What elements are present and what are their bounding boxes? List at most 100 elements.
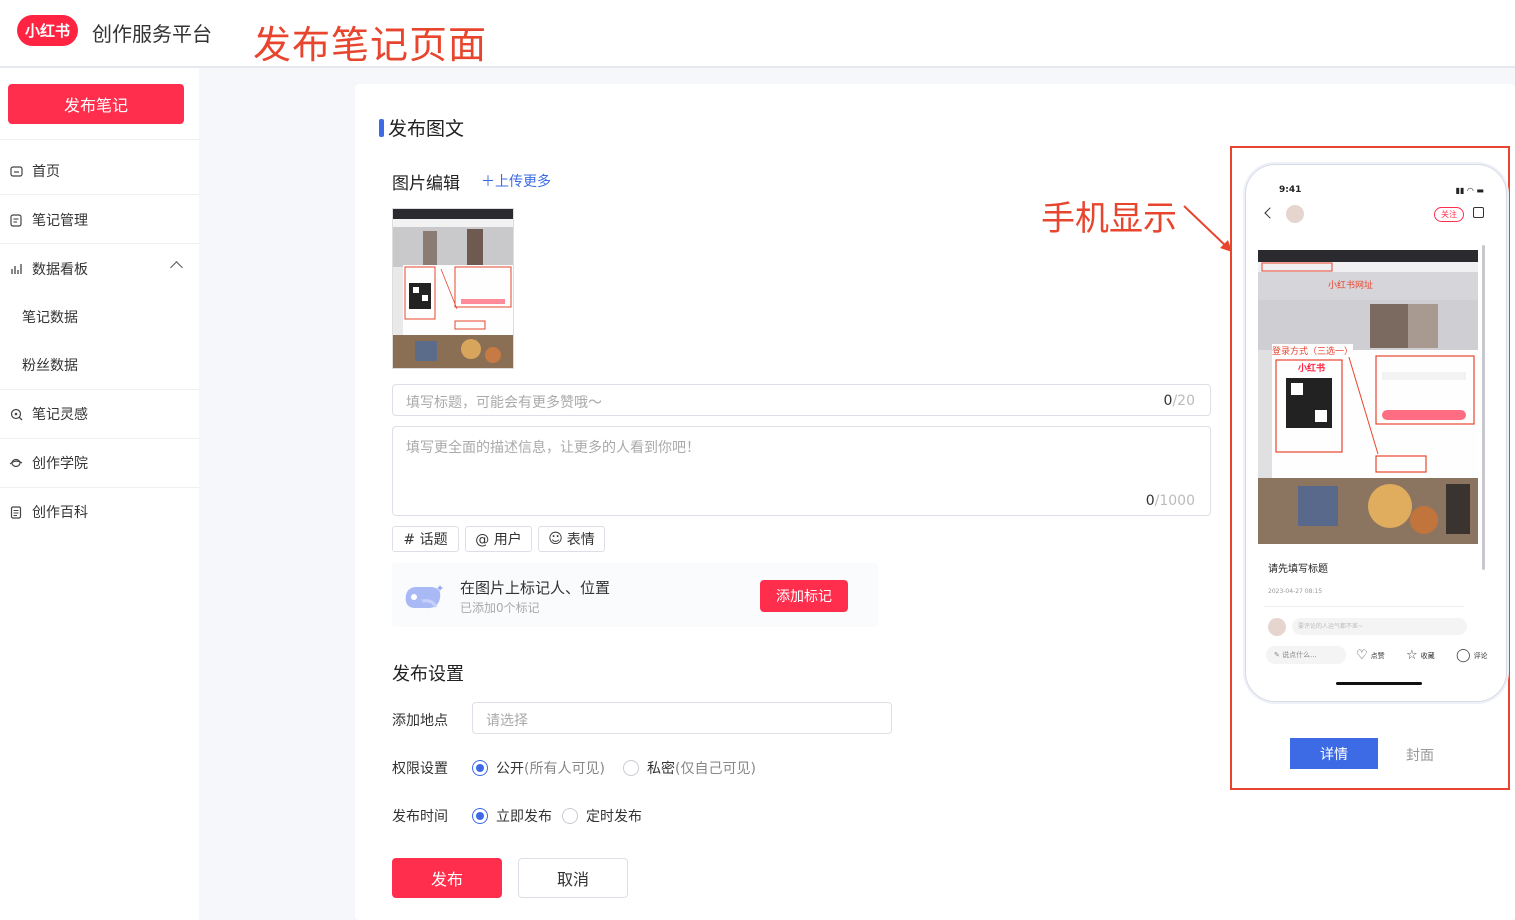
sidebar-item-fans-data[interactable]: 粉丝数据: [0, 341, 199, 389]
preview-annotation-login: 登录方式（三选一）: [1272, 344, 1354, 357]
topic-button[interactable]: # 话题: [392, 526, 459, 552]
sidebar-item-label: 笔记灵感: [32, 407, 88, 423]
sidebar-item-academy[interactable]: 创作学院: [0, 439, 199, 487]
preview-note-date: 2023-04-27 08:15: [1268, 588, 1323, 595]
publish-now-radio[interactable]: 立即发布: [472, 806, 552, 826]
chart-icon: [9, 262, 23, 276]
preview-say-something: ✎ 说点什么...: [1266, 646, 1346, 664]
preview-brand-text: 小红书: [1298, 364, 1326, 374]
xiaohongshu-logo[interactable]: 小红书: [17, 15, 78, 46]
preview-tab-cover[interactable]: 封面: [1406, 745, 1434, 765]
title-input-placeholder: 填写标题，可能会有更多赞哦～: [406, 395, 602, 411]
preview-comment-input: 要评论的人运气都不差~: [1292, 618, 1467, 635]
thumbnail-screenshot-graphic: [393, 209, 513, 368]
radio-unselected-icon: [562, 808, 578, 824]
radio-label: 私密: [647, 761, 675, 777]
mention-user-button[interactable]: @ 用户: [465, 526, 532, 552]
tag-cloud-icon: [405, 585, 443, 609]
preview-screenshot-graphic: [1258, 250, 1478, 544]
image-edit-label: 图片编辑: [392, 174, 460, 194]
permission-label: 权限设置: [392, 761, 448, 777]
radio-label: 公开: [496, 761, 524, 777]
sidebar-item-note-management[interactable]: 笔记管理: [0, 196, 199, 244]
heart-icon: ♡: [1356, 648, 1368, 663]
signal-battery-icon: ▮▮ ◠ ▬: [1455, 186, 1484, 195]
preview-note-title: 请先填写标题: [1268, 564, 1328, 575]
annotation-title: 发布笔记页面: [253, 23, 488, 67]
title-accent-bar: [379, 118, 384, 137]
sidebar-item-label: 创作学院: [32, 456, 88, 472]
phone-preview: 9:41 ▮▮ ◠ ▬ 关注 小红书网址 登录方式（三选一） 小红书 请先填写标…: [1245, 164, 1507, 702]
location-placeholder: 请选择: [486, 713, 528, 729]
radio-unselected-icon: [623, 760, 639, 776]
publish-button[interactable]: 发布: [392, 858, 502, 898]
academy-icon: [9, 456, 23, 470]
preview-divider: [1264, 606, 1464, 607]
smile-icon: ☺: [548, 531, 563, 547]
radio-selected-icon: [472, 808, 488, 824]
permission-private-radio[interactable]: 私密 (仅自己可见): [623, 758, 756, 778]
home-indicator: [1336, 682, 1422, 685]
add-mark-button[interactable]: 添加标记: [760, 580, 848, 612]
description-char-counter: 0/1000: [1145, 493, 1195, 509]
cancel-button[interactable]: 取消: [518, 858, 628, 898]
mark-panel-title: 在图片上标记人、位置: [460, 579, 611, 597]
annotation-arrow: [1183, 205, 1232, 252]
star-icon: ☆: [1406, 648, 1418, 663]
radio-selected-icon: [472, 760, 488, 776]
pencil-icon: ✎: [1274, 651, 1283, 659]
publish-note-button[interactable]: 发布笔记: [8, 84, 184, 124]
sidebar-item-label: 数据看板: [32, 262, 88, 278]
preview-comment: ◯ 评论: [1456, 648, 1488, 663]
sidebar-divider: [0, 139, 199, 140]
radio-label: 立即发布: [496, 809, 552, 825]
sidebar-item-wiki[interactable]: 创作百科: [0, 488, 199, 536]
description-textarea[interactable]: 填写更全面的描述信息，让更多的人看到你吧！ 0/1000: [392, 426, 1211, 516]
chevron-up-icon[interactable]: [170, 261, 183, 274]
emoji-button[interactable]: ☺ 表情: [538, 526, 605, 552]
back-arrow-icon: [1264, 207, 1276, 219]
sidebar-item-label: 创作百科: [32, 505, 88, 521]
section-title: 发布图文: [379, 114, 464, 141]
sidebar-item-label: 笔记数据: [22, 310, 78, 326]
sidebar-item-data-board[interactable]: 数据看板: [0, 245, 199, 293]
preview-scrollbar: [1482, 245, 1485, 570]
radio-label: 定时发布: [586, 809, 642, 825]
top-header: 小红书 创作服务平台 发布笔记页面: [0, 0, 1515, 67]
share-icon: [1473, 207, 1484, 218]
mark-panel-subtitle: 已添加0个标记: [460, 601, 540, 615]
wiki-icon: [9, 505, 23, 519]
author-avatar: [1286, 205, 1304, 223]
publish-time-label: 发布时间: [392, 809, 448, 825]
title-input[interactable]: 填写标题，可能会有更多赞哦～ 0/20: [392, 384, 1211, 416]
sidebar-item-label: 首页: [32, 164, 60, 180]
sidebar-divider: [0, 194, 199, 195]
preview-tab-detail[interactable]: 详情: [1290, 738, 1378, 769]
follow-button: 关注: [1434, 207, 1464, 222]
radio-note: (所有人可见): [524, 761, 605, 777]
scheduled-publish-radio[interactable]: 定时发布: [562, 806, 642, 826]
preview-image: 小红书网址 登录方式（三选一） 小红书: [1258, 250, 1478, 544]
sidebar-item-note-data[interactable]: 笔记数据: [0, 293, 199, 341]
phone-status-time: 9:41: [1279, 185, 1302, 195]
home-icon: [9, 164, 23, 178]
location-label: 添加地点: [392, 713, 448, 729]
sidebar-item-label: 粉丝数据: [22, 358, 78, 374]
sidebar-item-home[interactable]: 首页: [0, 147, 199, 195]
upload-more-text: 上传更多: [495, 174, 551, 190]
location-select[interactable]: 请选择: [472, 702, 892, 734]
permission-public-radio[interactable]: 公开 (所有人可见): [472, 758, 605, 778]
plus-icon: ＋: [481, 174, 495, 190]
preview-like: ♡ 点赞: [1356, 648, 1385, 663]
preview-collect: ☆ 收藏: [1406, 648, 1435, 663]
phone-preview-annotation: 手机显示: [1041, 199, 1177, 239]
sidebar-item-inspiration[interactable]: 笔记灵感: [0, 390, 199, 438]
sidebar: 发布笔记 首页 笔记管理 数据看板 笔记数据 粉丝数据 笔记灵感 创作学院 创作…: [0, 68, 199, 920]
description-placeholder: 填写更全面的描述信息，让更多的人看到你吧！: [406, 440, 700, 456]
uploaded-image-thumbnail[interactable]: [392, 208, 514, 369]
title-char-counter: 0/20: [1163, 393, 1195, 409]
sidebar-item-label: 笔记管理: [32, 213, 88, 229]
upload-more-link[interactable]: ＋上传更多: [481, 171, 551, 191]
commenter-avatar: [1268, 618, 1286, 636]
publish-settings-title: 发布设置: [392, 664, 464, 685]
